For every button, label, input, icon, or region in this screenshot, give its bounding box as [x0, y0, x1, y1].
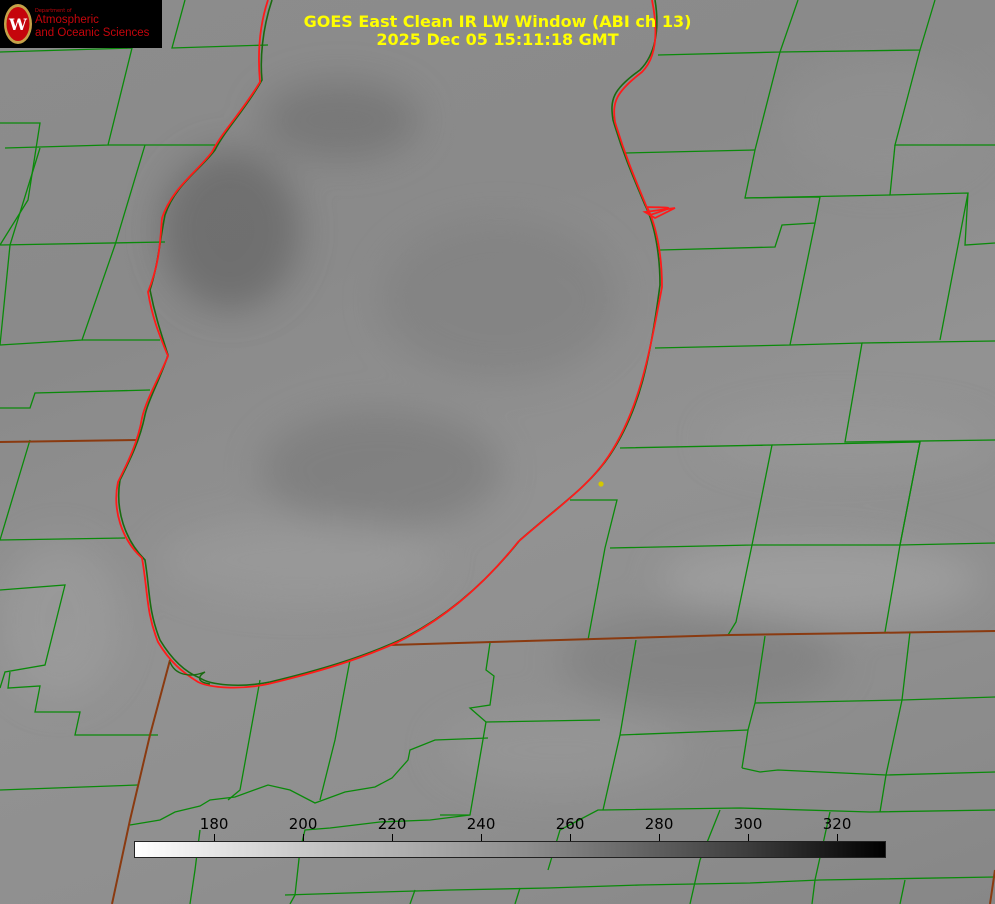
colorbar-tick-label: 280: [644, 815, 674, 833]
map-overlay: [0, 0, 995, 904]
image-title: GOES East Clean IR LW Window (ABI ch 13): [303, 12, 692, 31]
colorbar-tick-label: 300: [733, 815, 763, 833]
colorbar-tick-label: 180: [199, 815, 229, 833]
colorbar-tick-label: 260: [555, 815, 585, 833]
colorbar-tick-mark: [481, 834, 482, 841]
state-boundaries: [0, 439, 995, 904]
colorbar: [134, 841, 886, 858]
colorbar-tick-label: 320: [822, 815, 852, 833]
colorbar-tick-label: 200: [288, 815, 318, 833]
cloud-texture: [0, 60, 990, 790]
colorbar-tick-label: 220: [377, 815, 407, 833]
image-timestamp: 2025 Dec 05 15:11:18 GMT: [376, 30, 619, 49]
colorbar-tick-mark: [570, 834, 571, 841]
colorbar-tick-mark: [303, 834, 304, 841]
colorbar-tick-mark: [837, 834, 838, 841]
colorbar-tick-mark: [214, 834, 215, 841]
satellite-image: W Department of Atmospheric and Oceanic …: [0, 0, 995, 904]
colorbar-tick-mark: [748, 834, 749, 841]
colorbar-tick-mark: [392, 834, 393, 841]
colorbar-tick-mark: [659, 834, 660, 841]
location-marker: [598, 481, 604, 487]
colorbar-tick-label: 240: [466, 815, 496, 833]
